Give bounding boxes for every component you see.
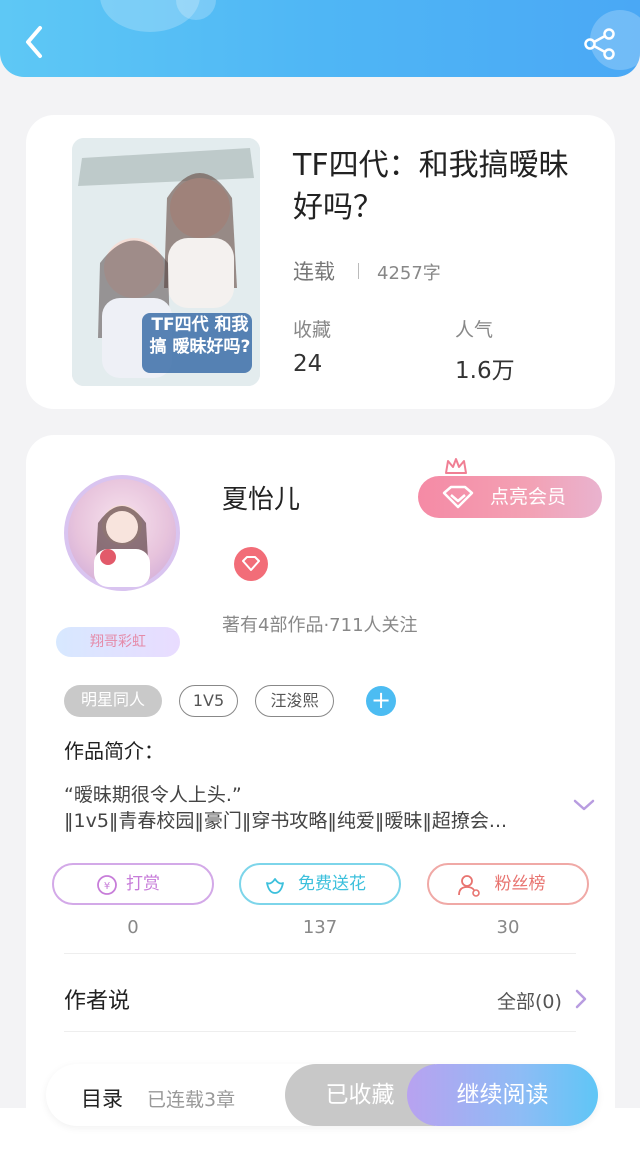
word-count: 4257字 — [377, 263, 441, 284]
popularity-label: 人气 — [455, 319, 494, 341]
avatar[interactable] — [64, 475, 180, 591]
intro-label: 作品简介： — [64, 739, 164, 763]
svg-text:¥: ¥ — [104, 881, 110, 892]
divider — [64, 953, 576, 954]
tag-item[interactable]: 1V5 — [179, 685, 238, 717]
author-avatar-frame[interactable] — [54, 455, 194, 605]
fans-count: 30 — [496, 917, 520, 938]
chevron-down-icon[interactable] — [572, 797, 596, 813]
coin-icon: ¥ — [97, 875, 117, 895]
share-icon[interactable] — [582, 26, 618, 62]
flower-icon — [266, 878, 284, 894]
divider — [358, 263, 359, 279]
crown-icon — [445, 458, 467, 474]
tip-button[interactable]: ¥ 打赏 — [52, 863, 214, 905]
avatar-portrait — [94, 505, 150, 587]
book-info-card: TF四代 和我搞 暧昧好吗? TF四代：和我搞暧昧好吗？ 连载 4257字 收藏… — [26, 115, 615, 409]
intro-text[interactable]: “暧昧期很令人上头.” ‖1v5‖青春校园‖豪门‖穿书攻略‖纯爱‖暧昧‖超撩会.… — [64, 782, 564, 834]
author-says-title: 作者说 — [64, 989, 131, 1014]
diamond-icon — [442, 485, 474, 509]
popularity-value: 1.6万 — [455, 358, 515, 384]
author-medal-badge: 翔哥彩虹 — [56, 627, 180, 657]
top-bar — [0, 0, 640, 77]
collect-value: 24 — [293, 351, 323, 377]
tag-item[interactable]: 明星同人 — [64, 685, 162, 717]
tag-item[interactable]: 汪浚熙 — [255, 685, 334, 717]
author-says-all-link[interactable]: 全部(0) — [497, 987, 562, 1014]
flower-count: 137 — [302, 917, 338, 938]
divider — [64, 1031, 576, 1032]
fans-rank-button[interactable]: 粉丝榜 — [427, 863, 589, 905]
intro-line: “暧昧期很令人上头.” — [64, 784, 242, 806]
chevron-right-icon[interactable] — [574, 988, 588, 1010]
continue-reading-button[interactable]: 继续阅读 — [407, 1064, 598, 1126]
author-works-info: 著有4部作品·711人关注 — [222, 615, 418, 636]
intro-line: ‖1v5‖青春校园‖豪门‖穿书攻略‖纯爱‖暧昧‖超撩会... — [64, 810, 508, 832]
toc-button[interactable]: 目录 — [81, 1083, 123, 1113]
send-flower-button[interactable]: 免费送花 — [239, 863, 401, 905]
vip-button-label: 点亮会员 — [490, 486, 567, 508]
author-details-card: 翔哥彩虹 夏怡儿 点亮会员 著有4部作品·711人关注 明星同人 1V5 汪浚熙… — [26, 435, 615, 1165]
collect-label: 收藏 — [293, 319, 332, 341]
book-title: TF四代：和我搞暧昧好吗？ — [293, 148, 569, 225]
book-cover[interactable]: TF四代 和我搞 暧昧好吗? — [72, 138, 260, 386]
vip-level-badge — [234, 547, 268, 581]
back-arrow-icon[interactable] — [18, 22, 52, 62]
user-icon — [458, 875, 480, 897]
fans-rank-label: 粉丝榜 — [494, 874, 546, 894]
send-flower-label: 免费送花 — [298, 874, 366, 894]
vip-button[interactable]: 点亮会员 — [418, 476, 602, 518]
chapter-count[interactable]: 已连载3章 — [147, 1085, 235, 1112]
diamond-icon — [242, 556, 260, 571]
book-status: 连载 — [293, 260, 335, 284]
add-tag-button[interactable]: + — [366, 686, 396, 716]
cover-title-text: TF四代 和我搞 暧昧好吗? — [149, 315, 251, 357]
tip-count: 0 — [127, 917, 139, 938]
author-name[interactable]: 夏怡儿 — [222, 479, 300, 516]
